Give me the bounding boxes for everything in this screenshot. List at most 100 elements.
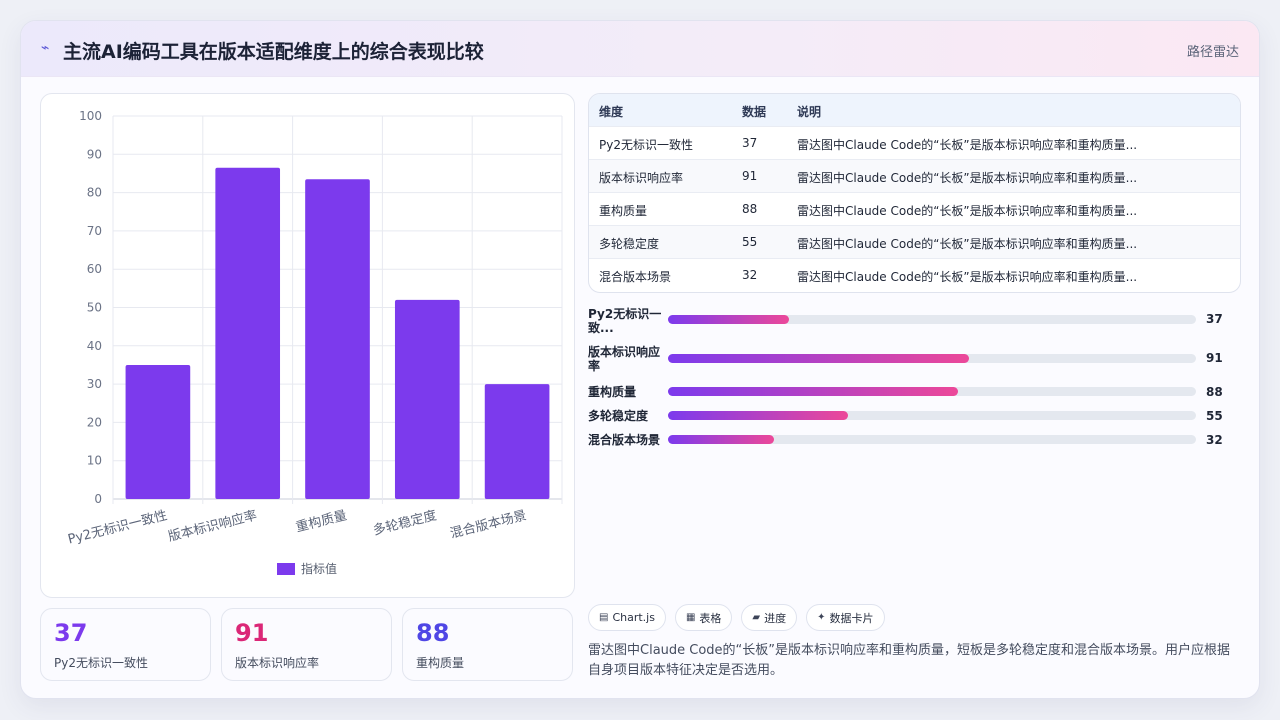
x-tick-label: 重构质量 — [294, 507, 348, 535]
bar — [394, 299, 460, 499]
table-icon: ▦ — [685, 612, 696, 623]
table-row: Py2无标识一致性 37 雷达图中Claude Code的“长板”是版本标识响应… — [589, 127, 1240, 160]
table-cell: 版本标识响应率 — [599, 171, 684, 185]
chip-label: 进度 — [764, 611, 787, 625]
progress-value: 37 — [1206, 312, 1223, 326]
y-tick-label: 90 — [87, 147, 102, 161]
table-header-cell: 维度 — [599, 105, 624, 119]
header-tag: 路径雷达 — [1186, 45, 1239, 60]
table-cell: 91 — [742, 169, 758, 183]
legend-swatch — [277, 562, 295, 575]
bar-chart-svg: 0 10 20 30 40 50 60 70 80 90 100 Py2无标识一致性版本标识响应率 重构… — [66, 109, 563, 548]
progress-value: 55 — [1206, 409, 1223, 423]
y-tick-label: 80 — [87, 186, 102, 200]
y-tick-label: 70 — [87, 224, 102, 238]
chip-bar: ▤ Chart.js ▦ 表格 ▰ 进度 ✦ 数据卡片 — [588, 604, 885, 631]
dashboard-card: ⌁ 主流AI编码工具在版本适配维度上的综合表现比较 路径雷达 0 10 20 30 40… — [20, 20, 1260, 699]
data-table: 维度 数据 说明 Py2无标识一致性 37 雷达图中Claude Code的“长… — [588, 93, 1241, 293]
chip-label: 数据卡片 — [829, 611, 874, 625]
table-header-row: 维度 数据 说明 — [589, 94, 1240, 127]
table-row: 重构质量 88 雷达图中Claude Code的“长板”是版本标识响应率和重构质… — [589, 193, 1240, 226]
lightning-icon: ⌁ — [41, 40, 50, 56]
stat-label: 重构质量 — [416, 656, 465, 670]
progress-fill — [668, 315, 790, 324]
progress-label: 版本标识响应 率 — [588, 345, 661, 373]
stat-label: Py2无标识一致性 — [54, 656, 148, 670]
table-cell: 55 — [742, 235, 758, 249]
y-tick-label: 30 — [87, 377, 102, 391]
table-row: 混合版本场景 32 雷达图中Claude Code的“长板”是版本标识响应率和重… — [589, 259, 1240, 292]
table-cell: 混合版本场景 — [599, 270, 672, 284]
progress-track — [668, 435, 1196, 444]
y-tick-label: 60 — [87, 262, 102, 276]
chip-label: Chart.js — [612, 611, 655, 624]
table-cell: 37 — [742, 136, 758, 150]
chart-icon: ▤ — [599, 612, 609, 623]
y-tick-label: 100 — [79, 109, 102, 123]
table-cell: 雷达图中Claude Code的“长板”是版本标识响应率和重构质量... — [797, 237, 1138, 251]
progress-label: 多轮稳定度 — [588, 409, 649, 423]
progress-row: 混合版本场景 32 — [588, 432, 1248, 460]
table-cell: 雷达图中Claude Code的“长板”是版本标识响应率和重构质量... — [797, 138, 1138, 152]
chip-table[interactable]: ▦ 表格 — [674, 604, 733, 631]
table-row: 多轮稳定度 55 雷达图中Claude Code的“长板”是版本标识响应率和重构… — [589, 226, 1240, 259]
table-cell: 88 — [742, 202, 758, 216]
table-cell: 雷达图中Claude Code的“长板”是版本标识响应率和重构质量... — [797, 171, 1138, 185]
x-tick-label: 混合版本场景 — [449, 508, 528, 541]
x-tick-label: 版本标识响应率 — [166, 507, 258, 545]
chart-legend[interactable]: 指标值 — [277, 560, 337, 577]
table-row: 版本标识响应率 91 雷达图中Claude Code的“长板”是版本标识响应率和… — [589, 160, 1240, 193]
y-tick-label: 0 — [94, 492, 102, 506]
progress-row: Py2无标识一 致... 37 — [588, 307, 1248, 335]
progress-track — [668, 354, 1196, 363]
progress-icon: ▰ — [752, 612, 761, 623]
chip-progress[interactable]: ▰ 进度 — [741, 604, 798, 631]
chip-data-cards[interactable]: ✦ 数据卡片 — [806, 604, 885, 631]
table-cell: 雷达图中Claude Code的“长板”是版本标识响应率和重构质量... — [797, 204, 1138, 218]
x-tick-label: Py2无标识一致性 — [66, 508, 168, 547]
table-header-cell: 数据 — [742, 105, 767, 119]
table-cell: 32 — [742, 268, 758, 282]
progress-track — [668, 315, 1196, 324]
stat-value: 91 — [235, 619, 269, 647]
progress-fill — [668, 354, 969, 363]
stat-value: 37 — [54, 619, 88, 647]
y-tick-label: 10 — [87, 454, 102, 468]
progress-track — [668, 411, 1196, 420]
table-cell: 多轮稳定度 — [599, 237, 660, 251]
chip-label: 表格 — [699, 611, 722, 625]
summary-text: 雷达图中Claude Code的“长板”是版本标识响应率和重构质量，短板是多轮稳… — [588, 643, 1231, 678]
bar-chart: 0 10 20 30 40 50 60 70 80 90 100 Py2无标识一致性 版本标识响应率 重构… — [40, 93, 575, 598]
progress-value: 88 — [1206, 385, 1223, 399]
bar — [215, 167, 281, 499]
y-tick-label: 50 — [87, 301, 102, 315]
progress-row: 版本标识响应 率 91 — [588, 345, 1248, 373]
progress-fill — [668, 435, 774, 444]
bar — [125, 364, 191, 499]
bar — [305, 179, 370, 499]
legend-label: 指标值 — [301, 562, 338, 576]
y-tick-label: 40 — [87, 339, 102, 353]
progress-value: 32 — [1206, 433, 1223, 447]
progress-fill — [668, 411, 848, 420]
stat-label: 版本标识响应率 — [235, 656, 320, 670]
progress-value: 91 — [1206, 351, 1223, 365]
stat-card-2: 91 版本标识响应率 — [221, 608, 392, 681]
sparkle-icon: ✦ — [817, 612, 826, 623]
stat-card-1: 37 Py2无标识一致性 — [40, 608, 211, 681]
progress-fill — [668, 387, 959, 396]
chip-chartjs[interactable]: ▤ Chart.js — [588, 604, 666, 631]
y-tick-label: 20 — [87, 415, 102, 429]
progress-track — [668, 387, 1196, 396]
stat-value: 88 — [416, 619, 450, 647]
table-header-cell: 说明 — [797, 105, 822, 119]
table-cell: 重构质量 — [599, 204, 648, 218]
header: ⌁ 主流AI编码工具在版本适配维度上的综合表现比较 路径雷达 — [21, 21, 1259, 77]
progress-label: 混合版本场景 — [588, 433, 661, 447]
page-title: 主流AI编码工具在版本适配维度上的综合表现比较 — [63, 41, 484, 63]
bar — [484, 384, 550, 499]
table-cell: Py2无标识一致性 — [599, 138, 693, 152]
progress-label: Py2无标识一 致... — [588, 307, 662, 335]
table-cell: 雷达图中Claude Code的“长板”是版本标识响应率和重构质量... — [797, 270, 1138, 284]
x-tick-label: 多轮稳定度 — [371, 507, 438, 538]
